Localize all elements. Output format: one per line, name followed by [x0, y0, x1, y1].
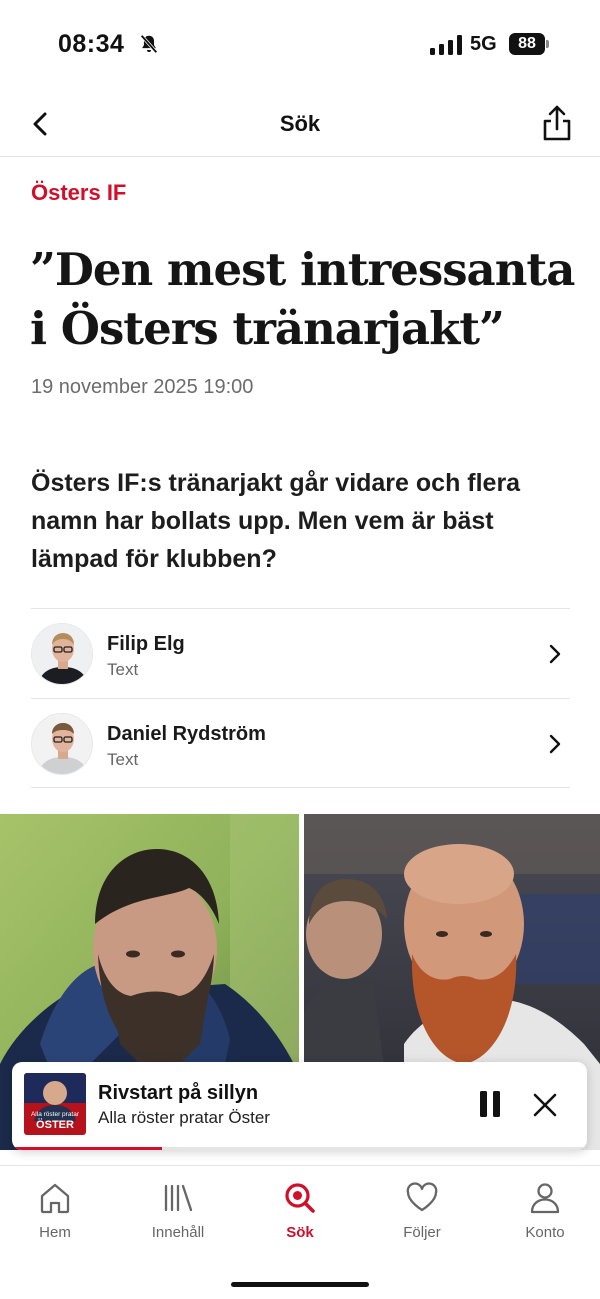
home-icon	[40, 1183, 70, 1214]
avatar	[31, 623, 93, 685]
tab-search[interactable]: Sök	[245, 1180, 355, 1250]
tab-content[interactable]: Innehåll	[123, 1180, 233, 1250]
author-row[interactable]: Filip Elg Text	[31, 608, 570, 698]
share-icon[interactable]	[541, 104, 573, 142]
library-icon	[164, 1184, 193, 1212]
author-role: Text	[107, 660, 139, 679]
signal-icon	[430, 35, 462, 55]
search-icon	[285, 1183, 315, 1213]
close-icon[interactable]	[532, 1092, 558, 1118]
player-progress	[12, 1147, 587, 1150]
bell-muted-icon	[140, 34, 158, 54]
status-time: 08:34	[58, 30, 125, 58]
status-bar: 08:34 5G 88	[0, 0, 600, 90]
tab-label: Innehåll	[151, 1224, 205, 1241]
tab-label: Konto	[525, 1224, 565, 1241]
mini-player[interactable]: Alla röster pratar ÖSTER Rivstart på sil…	[12, 1062, 587, 1150]
author-photo	[32, 624, 92, 684]
svg-text:Alla röster pratar: Alla röster pratar	[31, 1111, 80, 1118]
pause-icon[interactable]	[478, 1089, 502, 1119]
author-name: Daniel Rydström	[107, 723, 266, 745]
article-headline: ”Den mest intressanta i Östers tränarjak…	[30, 243, 575, 355]
article-lead: Östers IF:s tränarjakt går vidare och fl…	[31, 469, 521, 573]
article-kicker[interactable]: Östers IF	[31, 180, 126, 206]
page-title: Sök	[279, 111, 321, 136]
player-progress-fill	[12, 1147, 162, 1150]
author-name: Filip Elg	[107, 633, 185, 655]
author-list: Filip Elg Text Daniel Rydström Text	[31, 608, 570, 788]
network-type: 5G	[470, 33, 497, 55]
tab-label: Följer	[403, 1224, 441, 1241]
tab-bar: Hem Innehåll Sök Följer Konto	[0, 1165, 600, 1299]
home-indicator	[231, 1282, 369, 1287]
battery-icon: 88	[509, 33, 545, 55]
tab-home[interactable]: Hem	[0, 1180, 110, 1250]
author-photo	[32, 714, 92, 774]
podcast-artwork: Alla röster pratar ÖSTER	[24, 1073, 86, 1135]
avatar	[31, 713, 93, 775]
article-date: 19 november 2025 19:00	[31, 376, 254, 398]
chevron-right-icon	[549, 644, 561, 664]
tab-label: Hem	[39, 1224, 71, 1241]
tab-following[interactable]: Följer	[367, 1180, 477, 1250]
author-role: Text	[107, 750, 139, 769]
player-subtitle: Alla röster pratar Öster	[98, 1108, 270, 1127]
nav-bar: Sök	[0, 90, 600, 157]
heart-icon	[406, 1182, 438, 1212]
tab-account[interactable]: Konto	[490, 1180, 600, 1250]
person-icon	[530, 1183, 560, 1214]
chevron-right-icon	[549, 734, 561, 754]
author-row[interactable]: Daniel Rydström Text	[31, 698, 570, 788]
svg-text:ÖSTER: ÖSTER	[36, 1118, 74, 1131]
tab-label: Sök	[286, 1224, 314, 1241]
battery-nub	[546, 40, 549, 48]
player-title: Rivstart på sillyn	[98, 1082, 259, 1104]
